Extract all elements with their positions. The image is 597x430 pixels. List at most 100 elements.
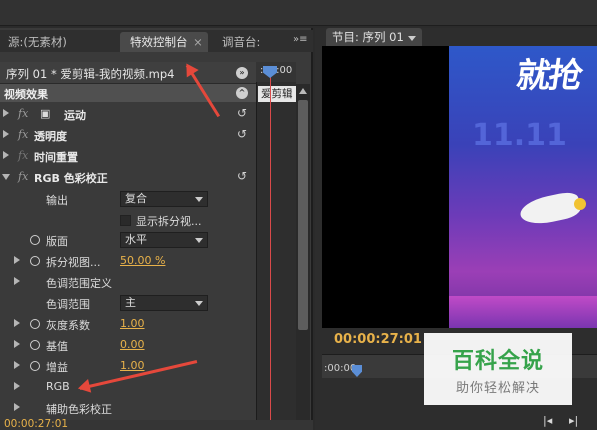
chevron-down-icon[interactable] [407, 36, 416, 41]
split-view-checkbox[interactable] [120, 215, 131, 226]
param-row-tonal-range-definition: 色调范围定义 [0, 272, 256, 293]
video-eleven-text: 11.11 [472, 118, 567, 153]
scrollbar-thumb[interactable] [298, 100, 308, 330]
stopwatch-icon[interactable] [30, 361, 40, 371]
param-row-secondary: 辅助色彩校正 [0, 398, 256, 419]
reset-icon[interactable]: ↺ [237, 107, 250, 120]
param-row-pedestal: 基值 0.00 [0, 335, 256, 356]
expand-triangle-icon[interactable] [3, 130, 9, 138]
param-label-split-percent: 拆分视图... [46, 256, 101, 269]
output-dropdown[interactable]: 复合 [120, 191, 208, 207]
tab-audio-mixer[interactable]: 调音台: [222, 32, 260, 52]
expand-triangle-icon[interactable] [3, 151, 9, 159]
left-timecode[interactable]: 00:00:27:01 [4, 418, 68, 430]
program-playhead-icon[interactable] [352, 365, 362, 377]
mini-timeline[interactable] [256, 62, 296, 430]
layout-dropdown[interactable]: 水平 [120, 232, 208, 248]
tab-effect-controls[interactable]: 特效控制台 × [120, 32, 208, 52]
watermark-subtitle: 助你轻松解决 [455, 381, 540, 396]
gain-value[interactable]: 1.00 [120, 359, 145, 372]
effect-label-time-remap: 时间重置 [34, 151, 78, 164]
param-label-tonal-range-definition: 色调范围定义 [46, 277, 112, 290]
tab-source[interactable]: 源:(无素材) [8, 32, 67, 52]
effect-row-opacity[interactable]: fx 透明度 ↺ [0, 125, 256, 146]
left-status-bar: 00:00:27:01 [0, 418, 313, 430]
collapse-icon[interactable]: ^ [236, 87, 248, 99]
stopwatch-icon[interactable] [30, 256, 40, 266]
fx-icon[interactable]: fx [18, 128, 28, 141]
program-timecode[interactable]: 00:00:27:01 [334, 332, 422, 347]
step-back-icon[interactable]: |◂ [543, 414, 552, 427]
close-icon[interactable]: × [193, 35, 203, 49]
param-label-rgb: RGB [46, 380, 70, 393]
param-row-rgb: RGB [0, 377, 256, 398]
video-overlay-text: 就抢 [513, 56, 584, 96]
tab-program-label: 节目: 序列 01 [332, 30, 404, 44]
param-label-gain: 增益 [46, 361, 68, 374]
watermark-title: 百科全说 [451, 349, 544, 374]
video-effects-header: 视频效果 ^ [0, 84, 256, 102]
param-row-output: 输出 复合 [0, 189, 256, 210]
chevron-down-icon [195, 197, 203, 202]
watermark-badge: 百科全说 助你轻松解决 [424, 333, 572, 405]
effect-label-motion: 运动 [64, 109, 86, 122]
expand-triangle-icon[interactable] [14, 382, 20, 390]
fx-icon[interactable]: fx [18, 170, 28, 183]
window-top-bar [0, 0, 597, 26]
gamma-value[interactable]: 1.00 [120, 317, 145, 330]
fx-icon[interactable]: fx [18, 107, 28, 120]
tonal-range-dropdown-value: 主 [125, 296, 136, 309]
effect-row-time-remap[interactable]: fx 时间重置 [0, 146, 256, 167]
program-video-frame: 就抢 11.11 [322, 46, 597, 328]
scroll-up-icon[interactable] [299, 88, 307, 94]
step-forward-icon[interactable]: ▸| [569, 414, 578, 427]
expand-triangle-icon[interactable] [14, 256, 20, 264]
param-row-layout: 版面 水平 [0, 230, 256, 251]
param-label-tonal-range: 色调范围 [46, 298, 90, 311]
reset-icon[interactable]: ↺ [237, 170, 250, 183]
expand-triangle-icon[interactable] [14, 403, 20, 411]
chevron-down-icon [195, 301, 203, 306]
motion-transform-icon: ▣ [40, 107, 51, 120]
vertical-scrollbar[interactable] [296, 84, 310, 430]
expand-triangle-icon[interactable] [3, 109, 9, 117]
reset-icon[interactable]: ↺ [237, 128, 250, 141]
param-row-gain: 增益 1.00 [0, 356, 256, 377]
param-label-gamma: 灰度系数 [46, 319, 90, 332]
left-tab-strip: 源:(无素材) 特效控制台 × 调音台: »≡ [0, 30, 313, 52]
expand-triangle-icon[interactable] [14, 361, 20, 369]
effect-row-rgb-color-corrector[interactable]: fx RGB 色彩校正 ↺ [0, 167, 256, 188]
sequence-clip-label: 序列 01 * 爱剪辑-我的视频.mp4 [6, 67, 175, 81]
sequence-clip-bar: 序列 01 * 爱剪辑-我的视频.mp4 » [0, 62, 256, 84]
effect-label-opacity: 透明度 [34, 130, 67, 143]
transport-controls: |◂ ▸| [537, 412, 597, 430]
stopwatch-icon[interactable] [30, 340, 40, 350]
panel-menu-icon[interactable]: »≡ [293, 35, 308, 45]
split-percent-value[interactable]: 50.00 % [120, 254, 165, 267]
pedestal-value[interactable]: 0.00 [120, 338, 145, 351]
chevron-down-icon [195, 238, 203, 243]
stage-graphic [449, 296, 597, 328]
fx-icon[interactable]: fx [18, 149, 28, 162]
expand-triangle-icon[interactable] [14, 277, 20, 285]
video-effects-label: 视频效果 [4, 88, 48, 101]
stopwatch-icon[interactable] [30, 235, 40, 245]
output-dropdown-value: 复合 [125, 192, 147, 205]
timeline-clip[interactable]: 爱剪辑 [258, 86, 296, 102]
param-row-split-percent: 拆分视图... 50.00 % [0, 251, 256, 272]
expand-triangle-icon[interactable] [14, 319, 20, 327]
collapse-triangle-icon[interactable] [2, 174, 10, 180]
param-label-secondary: 辅助色彩校正 [46, 403, 112, 416]
param-row-gamma: 灰度系数 1.00 [0, 314, 256, 335]
stopwatch-icon[interactable] [30, 319, 40, 329]
tab-effect-controls-label: 特效控制台 [130, 35, 188, 49]
param-label-pedestal: 基值 [46, 340, 68, 353]
layout-dropdown-value: 水平 [125, 233, 147, 246]
tonal-range-dropdown[interactable]: 主 [120, 295, 208, 311]
coin-graphic [574, 198, 586, 210]
param-label-output: 输出 [46, 194, 68, 207]
toggle-timeline-icon[interactable]: » [236, 67, 248, 79]
expand-triangle-icon[interactable] [14, 340, 20, 348]
split-view-label: 显示拆分视... [136, 215, 202, 228]
tab-program[interactable]: 节目: 序列 01 [326, 28, 422, 46]
